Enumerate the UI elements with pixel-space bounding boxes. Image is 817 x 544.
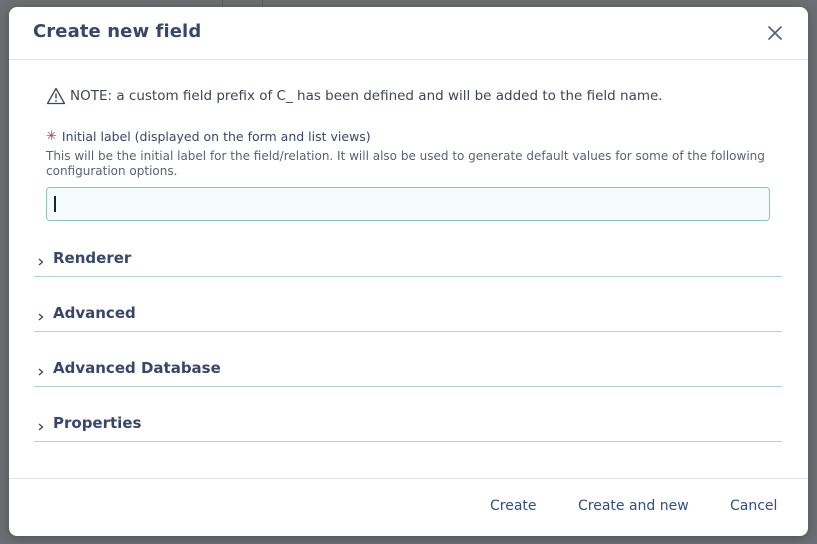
cancel-button[interactable]: Cancel	[730, 498, 777, 514]
initial-label-label: ✳ Initial label (displayed on the form a…	[46, 129, 371, 144]
close-button[interactable]	[766, 24, 784, 42]
create-button[interactable]: Create	[490, 498, 537, 514]
chevron-right-icon	[38, 258, 44, 266]
create-field-dialog: Create new field NOTE: a custom field pr…	[9, 7, 808, 536]
text-caret	[54, 196, 56, 212]
dialog-title: Create new field	[33, 21, 202, 42]
initial-label-input[interactable]	[46, 187, 770, 221]
section-renderer[interactable]: Renderer	[34, 247, 782, 277]
section-properties[interactable]: Properties	[34, 412, 782, 442]
section-label: Properties	[53, 414, 142, 432]
section-advanced-database[interactable]: Advanced Database	[34, 357, 782, 387]
close-icon	[768, 26, 782, 40]
initial-label-text: Initial label (displayed on the form and…	[61, 129, 371, 144]
section-label: Advanced	[53, 304, 136, 322]
dialog-footer: Create Create and new Cancel	[9, 478, 808, 536]
chevron-right-icon	[38, 368, 44, 376]
section-advanced[interactable]: Advanced	[34, 302, 782, 332]
prefix-note-text: NOTE: a custom field prefix of C_ has be…	[70, 88, 663, 104]
section-label: Advanced Database	[53, 359, 221, 377]
dialog-header: Create new field	[9, 7, 808, 60]
asterisk-icon: ✳	[46, 129, 57, 144]
chevron-right-icon	[38, 313, 44, 321]
warning-icon	[46, 87, 66, 105]
create-and-new-button[interactable]: Create and new	[578, 498, 689, 514]
chevron-right-icon	[38, 423, 44, 431]
section-label: Renderer	[53, 249, 132, 267]
initial-label-help: This will be the initial label for the f…	[46, 149, 765, 178]
prefix-note: NOTE: a custom field prefix of C_ has be…	[46, 87, 663, 105]
